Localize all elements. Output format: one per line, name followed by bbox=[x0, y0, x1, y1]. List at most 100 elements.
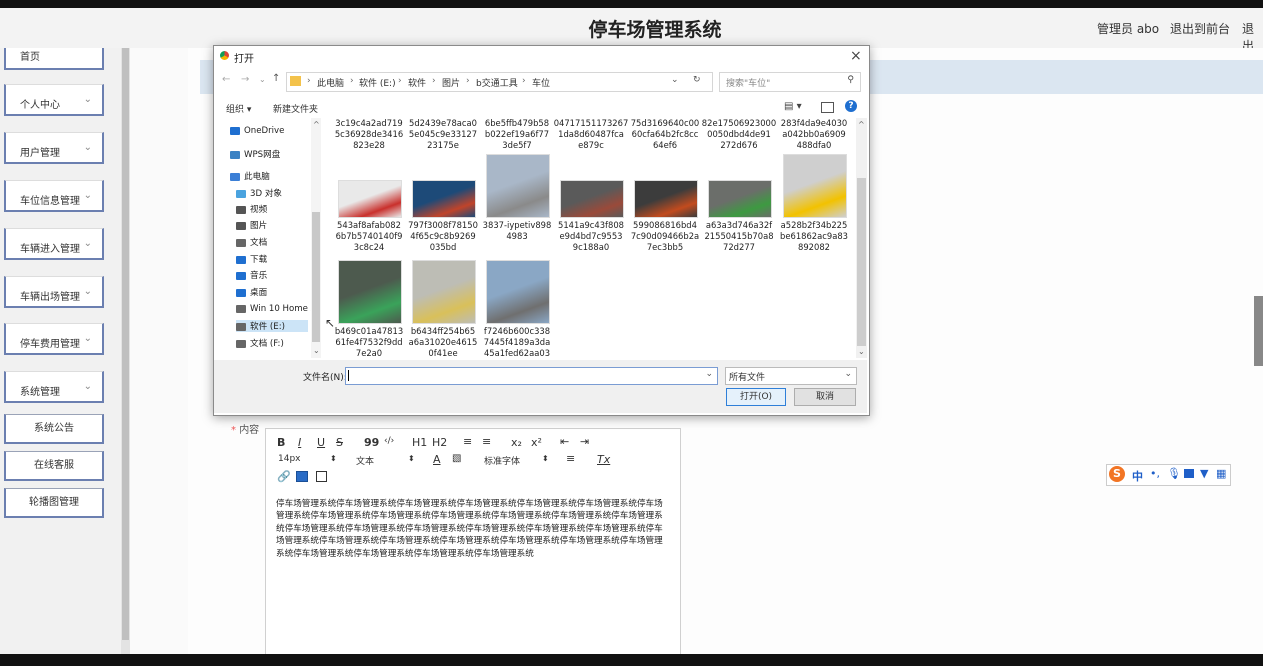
back-arrow-icon[interactable]: ← bbox=[222, 74, 230, 85]
keyboard-icon[interactable] bbox=[1184, 469, 1194, 478]
file-thumbnail[interactable] bbox=[486, 154, 550, 218]
cancel-button[interactable]: 取消 bbox=[794, 388, 856, 406]
sidebar-item-parking-fees[interactable]: 停车费用管理 ⌄ bbox=[4, 323, 104, 355]
microphone-icon[interactable]: 🎙 bbox=[1167, 467, 1181, 480]
file-name[interactable]: 797f3008f78150 4f65c9c8b9269 035bd bbox=[404, 220, 482, 253]
sidebar-subitem-announcement[interactable]: 系统公告 bbox=[4, 414, 104, 444]
scroll-down-icon[interactable]: ⌄ bbox=[858, 347, 865, 356]
new-folder-button[interactable]: 新建文件夹 bbox=[273, 102, 318, 115]
nav-item[interactable]: OneDrive bbox=[230, 126, 284, 136]
bold-button[interactable]: B bbox=[277, 436, 285, 449]
nav-item[interactable]: WPS网盘 bbox=[230, 148, 280, 160]
sidebar-item-vehicle-entry[interactable]: 车辆进入管理 ⌄ bbox=[4, 228, 104, 260]
code-button[interactable]: ‹/› bbox=[384, 436, 394, 446]
file-name[interactable]: 5141a9c43f808 e9d4bd7c9553 9c188a0 bbox=[552, 220, 630, 253]
file-name[interactable]: b6434ff254b65 a6a31020e4615 0f41ee bbox=[404, 326, 482, 359]
nav-item[interactable]: 文档 (F:) bbox=[236, 337, 284, 349]
preview-pane-icon[interactable] bbox=[821, 102, 834, 113]
help-icon[interactable]: ? bbox=[845, 100, 857, 112]
superscript-button[interactable]: x² bbox=[531, 436, 542, 449]
open-button[interactable]: 打开(O) bbox=[726, 388, 786, 406]
sidebar-scroll-thumb[interactable] bbox=[122, 48, 129, 640]
nav-item[interactable]: Win 10 Home x bbox=[236, 304, 316, 314]
scroll-up-icon[interactable]: ^ bbox=[313, 120, 320, 129]
file-name[interactable]: a63a3d746a32f 21550415b70a8 72d277 bbox=[700, 220, 778, 253]
quote-button[interactable]: 99 bbox=[364, 436, 379, 449]
breadcrumb-item[interactable]: 软件 bbox=[408, 76, 426, 89]
file-name[interactable]: 6be5ffb479b58 b022ef19a6f77 3de5f7 bbox=[478, 118, 556, 149]
up-arrow-icon[interactable]: ↑ bbox=[272, 73, 280, 84]
underline-button[interactable]: U bbox=[317, 436, 325, 449]
nav-item[interactable]: 此电脑 bbox=[230, 170, 270, 182]
file-thumbnail[interactable] bbox=[338, 260, 402, 324]
nav-item[interactable]: 文档 bbox=[236, 236, 267, 248]
align-icon[interactable]: ≡ bbox=[566, 452, 575, 465]
breadcrumb-item[interactable]: 此电脑 bbox=[317, 76, 344, 89]
search-icon[interactable]: ⚲ bbox=[847, 75, 854, 85]
video-embed-icon[interactable] bbox=[316, 471, 327, 482]
font-color-button[interactable]: A bbox=[433, 453, 441, 466]
file-name[interactable]: 283f4da9e4030 a042bb0a6909 488dfa0 bbox=[775, 118, 853, 149]
breadcrumb-item[interactable]: 图片 bbox=[442, 76, 460, 89]
ordered-list-button[interactable]: ≡ bbox=[463, 435, 472, 448]
font-size-select[interactable]: 14px bbox=[278, 454, 301, 464]
ime-toolbar[interactable]: S 中 •, 🎙 ▼ ▦ bbox=[1106, 464, 1231, 486]
file-type-select[interactable]: 所有文件 ⌄ bbox=[725, 367, 857, 385]
skin-icon[interactable]: ▼ bbox=[1200, 467, 1208, 480]
sidebar-item-home[interactable]: 首页 bbox=[4, 48, 104, 70]
file-name[interactable]: 3c19c4a2ad719 5c36928de3416 823e28 bbox=[330, 118, 408, 149]
paragraph-select[interactable]: 文本 bbox=[356, 454, 374, 467]
toolbox-icon[interactable]: ▦ bbox=[1216, 467, 1226, 480]
punctuation-icon[interactable]: •, bbox=[1150, 467, 1160, 480]
breadcrumb-item[interactable]: 软件 (E:) bbox=[359, 76, 396, 89]
nav-item[interactable]: 软件 (E:) bbox=[236, 320, 308, 332]
file-name[interactable]: 75d3169640c00 60cfa64b2fc8cc 64ef6 bbox=[626, 118, 704, 149]
file-thumbnail[interactable] bbox=[338, 180, 402, 218]
sidebar-item-profile[interactable]: 个人中心 ⌄ bbox=[4, 84, 104, 116]
ime-mode-label[interactable]: 中 bbox=[1132, 468, 1143, 484]
view-options-icon[interactable]: ▤ ▾ bbox=[784, 101, 802, 112]
file-name[interactable]: 3837-iypetiv898 4983 bbox=[478, 220, 556, 242]
link-icon[interactable]: 🔗 bbox=[277, 470, 291, 483]
strike-button[interactable]: S bbox=[336, 436, 343, 449]
back-to-front-link[interactable]: 退出到前台 bbox=[1170, 20, 1230, 37]
organize-menu[interactable]: 组织 ▾ bbox=[226, 102, 251, 115]
chevron-down-icon[interactable]: ⌄ bbox=[671, 75, 679, 85]
clear-format-button[interactable]: Tx bbox=[597, 453, 610, 466]
outdent-button[interactable]: ⇤ bbox=[560, 435, 569, 448]
sidebar-item-vehicle-exit[interactable]: 车辆出场管理 ⌄ bbox=[4, 276, 104, 308]
sidebar-item-parking-spaces[interactable]: 车位信息管理 ⌄ bbox=[4, 180, 104, 212]
file-thumbnail[interactable] bbox=[412, 260, 476, 324]
unordered-list-button[interactable]: ≡ bbox=[482, 435, 491, 448]
italic-button[interactable]: I bbox=[298, 436, 301, 449]
nav-item[interactable]: 音乐 bbox=[236, 269, 267, 281]
nav-scroll-thumb[interactable] bbox=[312, 212, 320, 342]
image-icon[interactable] bbox=[296, 471, 308, 482]
file-thumbnail[interactable] bbox=[486, 260, 550, 324]
file-thumbnail[interactable] bbox=[412, 180, 476, 218]
file-name[interactable]: 82e17506923000 0050dbd4de91 272d676 bbox=[700, 118, 778, 149]
dialog-close-button[interactable]: × bbox=[850, 48, 862, 64]
file-thumbnail[interactable] bbox=[708, 180, 772, 218]
breadcrumb-item[interactable]: 车位 bbox=[532, 76, 550, 89]
nav-item[interactable]: 视频 bbox=[236, 203, 267, 215]
sidebar-item-system[interactable]: 系统管理 ⌄ bbox=[4, 371, 104, 403]
chevron-down-icon[interactable]: ⌄ bbox=[705, 369, 713, 379]
sidebar-subitem-carousel[interactable]: 轮播图管理 bbox=[4, 488, 104, 518]
page-scroll-handle[interactable] bbox=[1254, 296, 1263, 366]
subscript-button[interactable]: x₂ bbox=[511, 436, 522, 449]
file-thumbnail[interactable] bbox=[783, 154, 847, 218]
file-name[interactable]: 543af8afab082 6b7b5740140f9 3c8c24 bbox=[330, 220, 408, 253]
sidebar-subitem-online-service[interactable]: 在线客服 bbox=[4, 451, 104, 481]
recent-dropdown-icon[interactable]: ⌄ bbox=[259, 75, 266, 84]
font-family-select[interactable]: 标准字体 bbox=[484, 454, 520, 467]
filename-input[interactable]: ⌄ bbox=[345, 367, 718, 385]
sidebar-item-users[interactable]: 用户管理 ⌄ bbox=[4, 132, 104, 164]
nav-item[interactable]: 桌面 bbox=[236, 286, 267, 298]
h2-button[interactable]: H2 bbox=[432, 436, 447, 449]
file-name[interactable]: 599086816bd4 7c90d09466b2a 7ec3bb5 bbox=[626, 220, 704, 253]
h1-button[interactable]: H1 bbox=[412, 436, 427, 449]
file-thumbnail[interactable] bbox=[560, 180, 624, 218]
file-thumbnail[interactable] bbox=[634, 180, 698, 218]
scroll-up-icon[interactable]: ^ bbox=[858, 120, 865, 129]
